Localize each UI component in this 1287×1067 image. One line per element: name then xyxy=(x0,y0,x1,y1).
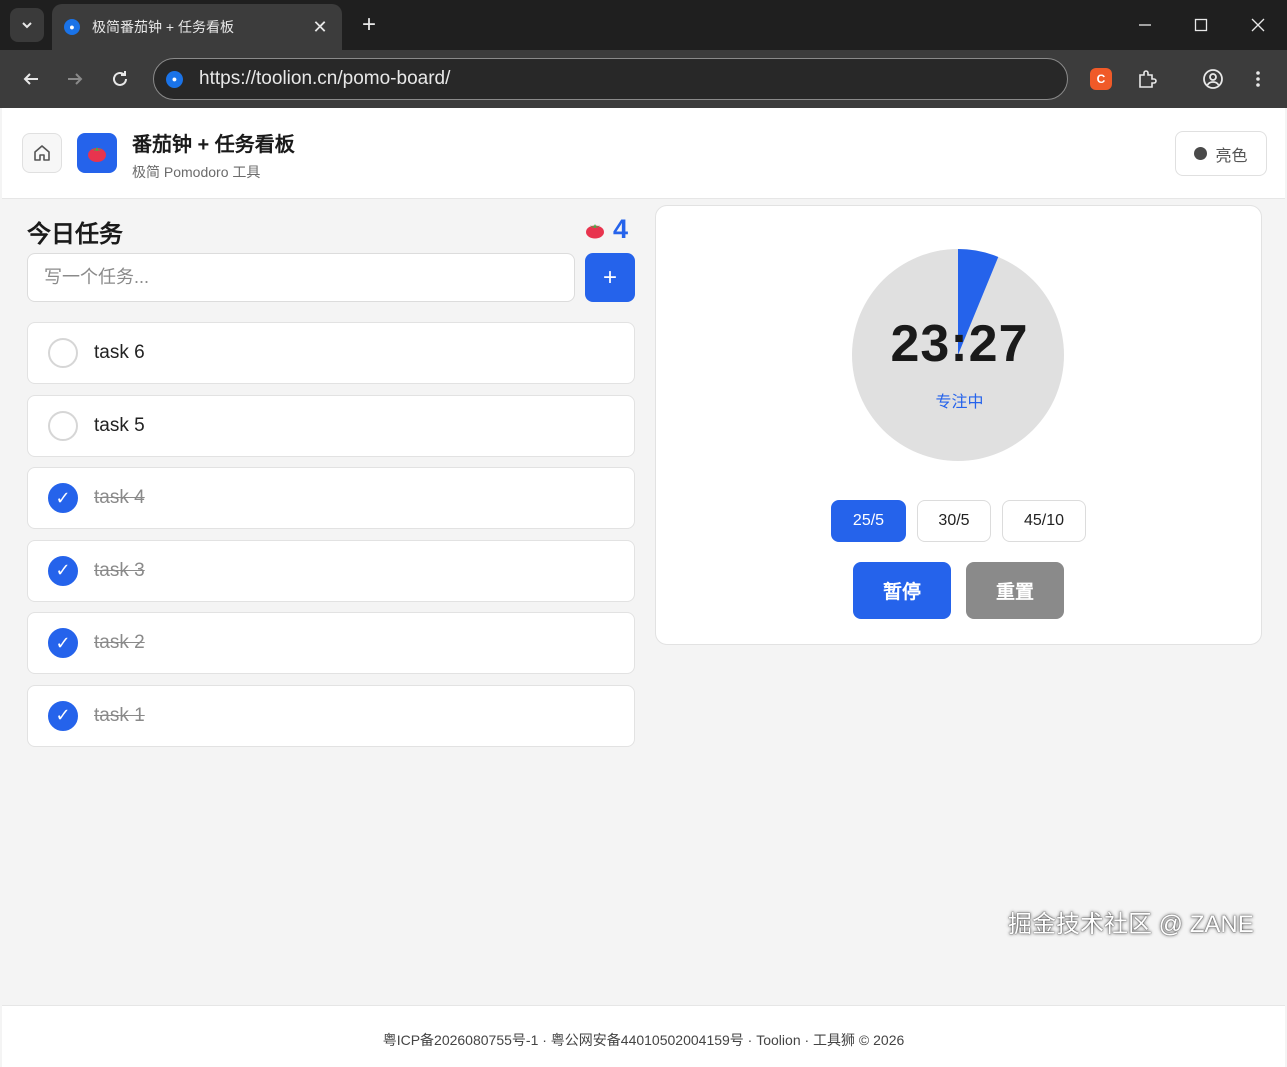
browser-tab[interactable]: ● 极简番茄钟 + 任务看板 ✕ xyxy=(52,4,342,50)
task-item[interactable]: ✓ task 4 xyxy=(27,467,635,529)
browser-tab-bar: ● 极简番茄钟 + 任务看板 ✕ + xyxy=(0,0,1287,50)
browser-toolbar: ● https://toolion.cn/pomo-board/ C xyxy=(0,50,1287,108)
profile-button[interactable] xyxy=(1199,65,1227,93)
task-list: task 6 task 5 ✓ task 4 ✓ task 3 ✓ task 2 ✓ task 1 xyxy=(27,322,635,757)
task-item[interactable]: ✓ task 1 xyxy=(27,684,635,747)
task-item[interactable]: task 6 xyxy=(27,322,635,384)
task-label: task 4 xyxy=(94,487,145,508)
minimize-button[interactable] xyxy=(1132,12,1158,38)
timer-display: 23:27 xyxy=(890,315,1029,373)
reload-icon xyxy=(113,71,127,86)
browser-menu-button[interactable] xyxy=(1244,65,1272,93)
task-label: task 2 xyxy=(94,632,145,653)
tomato-icon xyxy=(586,223,604,238)
app-header: 番茄钟 + 任务看板 极简 Pomodoro 工具 亮色 xyxy=(2,108,1285,199)
profile-icon xyxy=(1203,69,1223,89)
back-button[interactable] xyxy=(16,64,46,94)
task-label: task 1 xyxy=(94,704,145,726)
app-title: 番茄钟 + 任务看板 xyxy=(132,134,295,156)
reload-button[interactable] xyxy=(105,64,135,94)
checked-circle-icon[interactable]: ✓ xyxy=(48,628,78,658)
extension-c-icon[interactable]: C xyxy=(1090,68,1112,90)
timer-card: 23:27 专注中 25/5 30/5 45/10 暂停 重置 xyxy=(655,205,1262,645)
theme-label: 亮色 xyxy=(1215,147,1248,165)
theme-toggle-button[interactable]: 亮色 xyxy=(1175,131,1267,176)
site-favicon-icon: ● xyxy=(64,19,80,35)
tab-search-dropdown[interactable] xyxy=(10,8,44,42)
maximize-button[interactable] xyxy=(1188,12,1214,38)
close-icon[interactable]: ✕ xyxy=(310,17,330,38)
checked-circle-icon[interactable]: ✓ xyxy=(48,700,78,731)
task-item[interactable]: ✓ task 3 xyxy=(27,539,635,602)
unchecked-circle-icon[interactable] xyxy=(48,410,78,441)
window-close-button[interactable] xyxy=(1245,12,1271,38)
task-label: task 5 xyxy=(94,414,145,436)
tab-title: 极简番茄钟 + 任务看板 xyxy=(92,19,234,35)
back-arrow-icon xyxy=(23,73,38,85)
tasks-heading: 今日任务 xyxy=(27,221,123,248)
pomodoro-count: 4 xyxy=(613,214,629,244)
home-button[interactable] xyxy=(22,133,62,173)
preset-button[interactable]: 30/5 xyxy=(917,500,991,542)
app-subtitle: 极简 Pomodoro 工具 xyxy=(132,164,261,180)
address-bar[interactable]: ● https://toolion.cn/pomo-board/ xyxy=(153,58,1068,100)
pause-button[interactable]: 暂停 xyxy=(853,562,951,619)
task-item[interactable]: ✓ task 2 xyxy=(27,612,635,674)
unchecked-circle-icon[interactable] xyxy=(48,338,78,368)
page-footer: 粤ICP备2026080755号-1 · 粤公网安备44010502004159… xyxy=(2,1005,1285,1067)
add-task-button[interactable]: + xyxy=(585,253,635,302)
task-label: task 6 xyxy=(94,342,145,363)
window-close-icon xyxy=(1251,18,1265,32)
theme-dot-icon xyxy=(1194,147,1208,160)
app-logo xyxy=(77,133,117,173)
extensions-button[interactable] xyxy=(1133,65,1161,93)
pomodoro-counter: 4 xyxy=(585,214,628,245)
footer-text: 粤ICP备2026080755号-1 · 粤公网安备44010502004159… xyxy=(382,1032,905,1048)
preset-button[interactable]: 45/10 xyxy=(1002,500,1086,542)
task-input[interactable] xyxy=(27,253,575,302)
timer-status: 专注中 xyxy=(935,394,984,411)
timer-controls: 暂停 重置 xyxy=(853,562,1064,619)
maximize-icon xyxy=(1194,18,1208,32)
tomato-icon xyxy=(88,147,106,162)
preset-button[interactable]: 25/5 xyxy=(831,500,906,542)
watermark: 掘金技术社区 @ ZANE xyxy=(1008,911,1254,938)
checked-circle-icon[interactable]: ✓ xyxy=(48,483,78,513)
preset-group: 25/5 30/5 45/10 xyxy=(831,500,1086,542)
reset-button[interactable]: 重置 xyxy=(966,562,1064,619)
minimize-icon xyxy=(1139,24,1151,26)
new-tab-button[interactable]: + xyxy=(356,10,382,40)
task-item[interactable]: task 5 xyxy=(27,394,635,457)
url-text: https://toolion.cn/pomo-board/ xyxy=(199,68,451,89)
forward-arrow-icon xyxy=(68,73,83,85)
task-label: task 3 xyxy=(94,559,145,581)
forward-button[interactable] xyxy=(60,64,90,94)
home-icon xyxy=(34,145,50,161)
kebab-menu-icon xyxy=(1256,71,1260,87)
site-info-icon[interactable]: ● xyxy=(166,70,183,88)
checked-circle-icon[interactable]: ✓ xyxy=(48,555,78,586)
puzzle-icon xyxy=(1139,70,1157,88)
chevron-down-icon xyxy=(22,22,32,29)
